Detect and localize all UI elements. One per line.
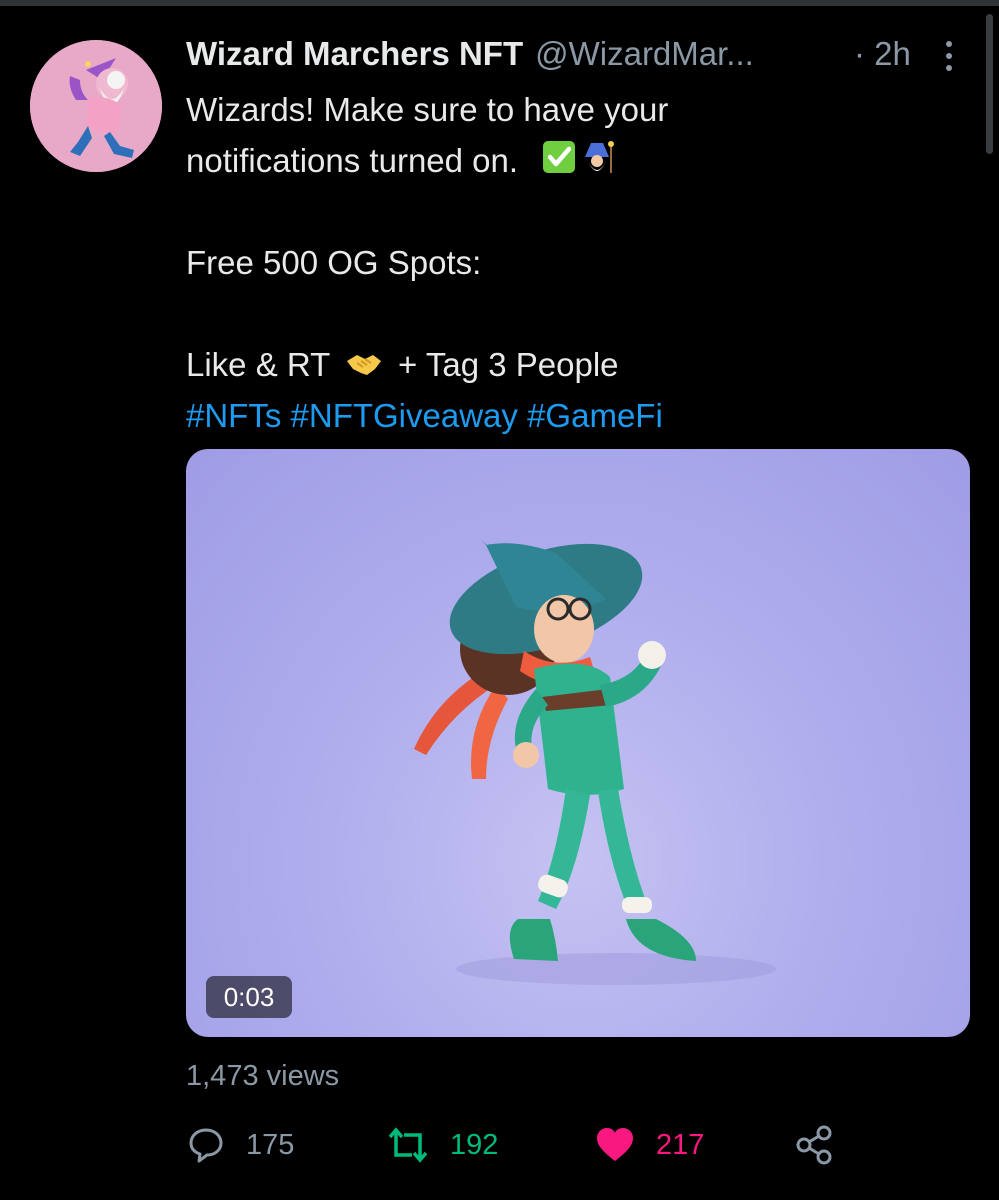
retweet-count: 192 xyxy=(450,1128,499,1161)
tweet-actions: 175 192 217 xyxy=(186,1120,886,1170)
hashtag-gamefi[interactable]: #GameFi xyxy=(527,397,663,434)
heart-icon xyxy=(597,1128,633,1161)
tweet-text: Wizards! Make sure to have your notifica… xyxy=(186,84,946,441)
mage-emoji-icon xyxy=(579,138,615,189)
hashtags-line: #NFTs #NFTGiveaway #GameFi xyxy=(186,390,946,441)
timestamp[interactable]: · 2h xyxy=(854,34,911,74)
hashtag-nfts[interactable]: #NFTs xyxy=(186,397,281,434)
speech-bubble-icon xyxy=(189,1128,223,1163)
avatar-wizard-image xyxy=(30,40,162,172)
tweet-line-2-text: notifications turned on. xyxy=(186,142,519,179)
avatar[interactable] xyxy=(30,40,162,172)
retweet-arrows-icon xyxy=(388,1127,428,1163)
like-rt-suffix: + Tag 3 People xyxy=(398,346,619,383)
top-divider xyxy=(0,0,999,6)
spots-line: Free 500 OG Spots: xyxy=(186,244,482,281)
hashtag-nftgiveaway[interactable]: #NFTGiveaway xyxy=(291,397,518,434)
like-rt-prefix: Like & RT xyxy=(186,346,330,383)
handshake-emoji-icon xyxy=(345,342,383,393)
reply-button[interactable]: 175 xyxy=(186,1120,294,1170)
like-count: 217 xyxy=(656,1128,705,1161)
reply-count: 175 xyxy=(246,1128,295,1161)
tweet-line-2: notifications turned on. xyxy=(186,135,946,186)
video-duration-badge: 0:03 xyxy=(206,976,292,1018)
more-options-icon[interactable] xyxy=(939,38,959,72)
wizard-character-video-frame xyxy=(414,541,776,985)
like-button[interactable]: 217 xyxy=(594,1120,704,1170)
scrollbar-thumb[interactable] xyxy=(986,14,993,154)
tweet-line-1: Wizards! Make sure to have your xyxy=(186,91,669,128)
share-icon xyxy=(796,1125,832,1165)
video-player[interactable]: 0:03 xyxy=(186,449,970,1037)
display-name[interactable]: Wizard Marchers NFT xyxy=(186,35,523,73)
view-count: 1,473 views xyxy=(186,1060,340,1092)
tweet-header: Wizard Marchers NFT @WizardMar... xyxy=(186,34,754,74)
user-handle[interactable]: @WizardMar... xyxy=(535,35,754,73)
retweet-button[interactable]: 192 xyxy=(386,1120,498,1170)
check-mark-emoji-icon xyxy=(541,138,577,189)
like-rt-line: Like & RT + Tag 3 People xyxy=(186,339,946,390)
share-button[interactable] xyxy=(794,1120,834,1170)
